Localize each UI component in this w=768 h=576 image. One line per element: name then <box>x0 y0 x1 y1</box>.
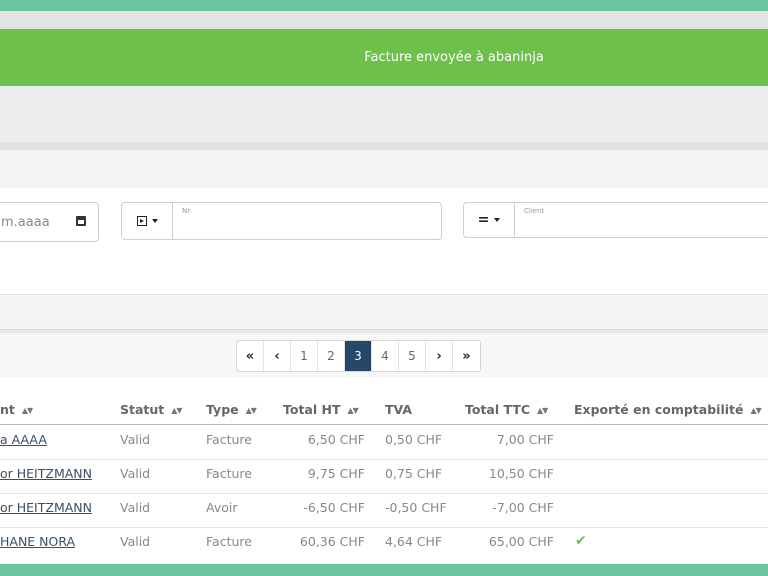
sort-icon[interactable]: ▲▼ <box>22 406 33 415</box>
client-link[interactable]: or HEITZMANN <box>0 500 92 515</box>
chevron-down-icon <box>494 218 501 222</box>
client-field[interactable]: Client <box>515 203 768 237</box>
client-operator-dropdown[interactable]: = <box>464 203 515 237</box>
tva-cell: 0,75 CHF <box>385 466 443 481</box>
client-filter-group: = Client <box>463 202 768 238</box>
total-ht-cell: 6,50 CHF <box>307 432 365 447</box>
client-link[interactable]: a AAAA <box>0 432 47 447</box>
date-filter-input[interactable]: m.aaaa <box>0 202 99 242</box>
chevron-down-icon <box>151 219 158 223</box>
success-toast: Facture envoyée à abaninja <box>0 29 768 86</box>
column-header-tva: TVA <box>385 402 413 417</box>
column-header-total-ht[interactable]: Total HT ▲▼ <box>283 402 359 417</box>
page-1-button[interactable]: 1 <box>291 341 318 371</box>
table-header-divider <box>0 424 768 425</box>
filter-panel-footer <box>0 294 768 330</box>
type-cell: Facture <box>206 466 252 481</box>
tva-cell: -0,50 CHF <box>385 500 447 515</box>
total-ttc-cell: -7,00 CHF <box>492 500 554 515</box>
top-border <box>0 0 768 11</box>
page-5-button[interactable]: 5 <box>399 341 426 371</box>
last-page-button[interactable]: » <box>453 341 480 371</box>
row-divider <box>0 527 768 528</box>
status-cell: Valid <box>120 534 151 549</box>
page-4-button[interactable]: 4 <box>372 341 399 371</box>
number-filter-group: Nr. <box>121 202 442 240</box>
tva-cell: 0,50 CHF <box>385 432 443 447</box>
column-header-exported[interactable]: Exporté en comptabilité ▲▼ <box>574 402 762 417</box>
equals-icon: = <box>477 212 490 228</box>
client-link[interactable]: HANE NORA <box>0 534 75 549</box>
filter-panel-header <box>0 150 768 189</box>
sort-icon[interactable]: ▲▼ <box>171 406 182 415</box>
client-field-label: Client <box>524 207 545 215</box>
calendar-icon[interactable] <box>76 216 86 226</box>
page-3-button[interactable]: 3 <box>345 341 372 371</box>
column-header-total-ttc[interactable]: Total TTC ▲▼ <box>465 402 548 417</box>
sort-icon[interactable]: ▲▼ <box>348 406 359 415</box>
page-2-button[interactable]: 2 <box>318 341 345 371</box>
column-header-type[interactable]: Type ▲▼ <box>206 402 257 417</box>
sort-icon[interactable]: ▲▼ <box>750 406 761 415</box>
date-placeholder: m.aaaa <box>1 214 50 230</box>
total-ht-cell: -6,50 CHF <box>303 500 365 515</box>
number-field-label: Nr. <box>182 207 192 215</box>
type-cell: Facture <box>206 432 252 447</box>
type-cell: Facture <box>206 534 252 549</box>
band-gap <box>0 142 768 150</box>
column-header-status[interactable]: Statut ▲▼ <box>120 402 183 417</box>
client-link[interactable]: or HEITZMANN <box>0 466 92 481</box>
number-operator-dropdown[interactable] <box>122 203 173 239</box>
tva-cell: 4,64 CHF <box>385 534 443 549</box>
next-page-button[interactable]: › <box>426 341 453 371</box>
total-ht-cell: 60,36 CHF <box>299 534 365 549</box>
header-band <box>0 86 768 142</box>
top-strip <box>0 11 768 29</box>
bottom-border <box>0 564 768 576</box>
column-header-client[interactable]: nt ▲▼ <box>0 402 33 417</box>
number-field[interactable]: Nr. <box>173 203 441 239</box>
frame-icon <box>136 216 147 226</box>
exported-check-icon: ✔ <box>575 533 587 549</box>
row-divider <box>0 493 768 494</box>
first-page-button[interactable]: « <box>237 341 264 371</box>
status-cell: Valid <box>120 466 151 481</box>
status-cell: Valid <box>120 432 151 447</box>
row-divider <box>0 459 768 460</box>
sort-icon[interactable]: ▲▼ <box>246 406 257 415</box>
total-ttc-cell: 65,00 CHF <box>488 534 554 549</box>
total-ttc-cell: 10,50 CHF <box>488 466 554 481</box>
total-ttc-cell: 7,00 CHF <box>496 432 554 447</box>
pagination: « ‹ 1 2 3 4 5 › » <box>236 340 481 372</box>
status-cell: Valid <box>120 500 151 515</box>
toast-message: Facture envoyée à abaninja <box>364 50 544 65</box>
prev-page-button[interactable]: ‹ <box>264 341 291 371</box>
total-ht-cell: 9,75 CHF <box>307 466 365 481</box>
sort-icon[interactable]: ▲▼ <box>537 406 548 415</box>
type-cell: Avoir <box>206 500 238 515</box>
